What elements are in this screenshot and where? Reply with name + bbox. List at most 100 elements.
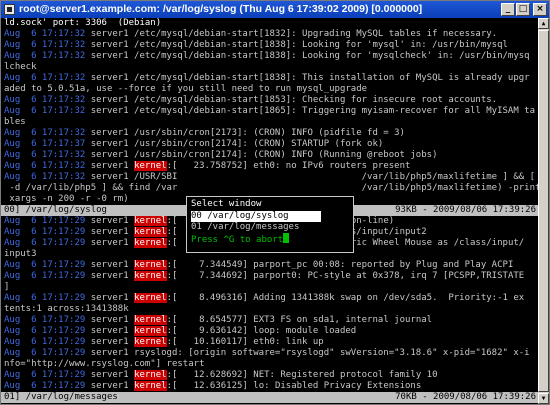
log-text: -d /var/lib/php5 ] && find /var xyxy=(4,183,178,193)
log-timestamp: Aug 6 17:17:29 xyxy=(4,293,86,303)
log-timestamp: Aug 6 17:17:29 xyxy=(4,216,86,226)
log-timestamp: Aug 6 17:17:29 xyxy=(4,227,86,237)
log-text: server1 xyxy=(85,260,135,270)
log-timestamp: Aug 6 17:17:29 xyxy=(4,348,86,358)
log-text: :[ xyxy=(166,227,178,237)
kernel-tag: kernel xyxy=(134,326,167,336)
status-window-name: 01] /var/log/messages xyxy=(4,392,118,402)
log-line: ld.sock' port: 3306 (Debian) xyxy=(4,18,161,29)
log-timestamp: Aug 6 17:17:29 xyxy=(4,326,86,336)
log-timestamp: Aug 6 17:17:29 xyxy=(4,260,86,270)
log-timestamp: Aug 6 17:17:29 xyxy=(4,238,86,248)
scrollbar-thumb[interactable] xyxy=(538,30,549,392)
log-timestamp: Aug 6 17:17:32 xyxy=(4,51,86,61)
log-line: Aug 6 17:17:29 server1 rsyslogd: [origin… xyxy=(4,348,530,359)
log-text: :[ 12.628692] NET: Registered protocol f… xyxy=(166,370,438,380)
log-timestamp: Aug 6 17:17:32 xyxy=(4,128,86,138)
log-timestamp: Aug 6 17:17:29 xyxy=(4,337,86,347)
log-line: ] xyxy=(4,282,9,293)
log-line: aded to 5.0.51a, use --force if you stil… xyxy=(4,84,367,95)
log-timestamp: Aug 6 17:17:32 xyxy=(4,95,86,105)
maximize-button[interactable]: □ xyxy=(516,3,530,16)
log-line: Aug 6 17:17:32 server1 /etc/mysql/debian… xyxy=(4,40,508,51)
log-line: Aug 6 17:17:32 server1 /etc/mysql/debian… xyxy=(4,51,530,62)
log-timestamp: Aug 6 17:17:32 xyxy=(4,106,86,116)
log-timestamp: Aug 6 17:17:32 xyxy=(4,40,86,50)
log-text: :[ 9.636142] loop: module loaded xyxy=(166,326,357,336)
log-line: Aug 6 17:17:32 server1 /etc/mysql/debian… xyxy=(4,95,497,106)
log-text: aded to 5.0.51a, use --force if you stil… xyxy=(4,84,368,94)
log-line: Aug 6 17:17:32 server1 /USR/SBI /var/lib… xyxy=(4,172,535,183)
log-text: server1 xyxy=(85,238,135,248)
log-text: :[ 7.344549] parport_pc 00:08: reported … xyxy=(166,260,514,270)
log-timestamp: Aug 6 17:17:32 xyxy=(4,73,86,83)
log-timestamp: Aug 6 17:17:37 xyxy=(4,139,86,149)
status-file-info: 70KB - 2009/08/06 17:39:26 xyxy=(395,392,536,402)
kernel-tag: kernel xyxy=(134,271,167,281)
log-text: server1 /etc/mysql/debian-start[1832]: U… xyxy=(85,29,498,39)
log-line: -d /var/lib/php5 ] && find /var /var/lib… xyxy=(4,183,538,194)
log-timestamp: Aug 6 17:17:32 xyxy=(4,150,86,160)
log-line: Aug 6 17:17:37 server1 /usr/sbin/cron[21… xyxy=(4,139,383,150)
log-timestamp: Aug 6 17:17:32 xyxy=(4,29,86,39)
log-line: Aug 6 17:17:32 server1 /usr/sbin/cron[21… xyxy=(4,128,405,139)
title-bar[interactable]: root@server1.example.com: /var/log/syslo… xyxy=(1,1,549,18)
log-line: lcheck xyxy=(4,62,37,73)
log-line: bles xyxy=(4,117,26,128)
abort-hint: Press ^G to abort xyxy=(191,233,290,245)
close-button[interactable]: × xyxy=(533,3,547,16)
kernel-tag: kernel xyxy=(134,227,167,237)
window-option-messages[interactable]: 01 /var/log/messages xyxy=(191,222,299,233)
log-line: xargs -n 200 -r -0 rm) xyxy=(4,194,128,205)
log-text: bles xyxy=(4,117,26,127)
log-line: nfo="http://www.rsyslog.com"] restart xyxy=(4,359,204,370)
log-line: Aug 6 17:17:29 server1 kernel:[ 12.63612… xyxy=(4,381,421,392)
log-timestamp: Aug 6 17:17:29 xyxy=(4,315,86,325)
select-window-dialog[interactable]: Select window 00 /var/log/syslog 01 /var… xyxy=(186,196,354,253)
log-timestamp: Aug 6 17:17:29 xyxy=(4,271,86,281)
log-text: tents:1 across:1341388k xyxy=(4,304,129,314)
kernel-tag: kernel xyxy=(134,337,167,347)
log-text: server1 /usr/sbin/cron[2174]: (CRON) STA… xyxy=(85,139,384,149)
log-text: server1 /etc/mysql/debian-start[1838]: L… xyxy=(85,51,530,61)
dialog-title: Select window xyxy=(191,199,262,209)
log-line: Aug 6 17:17:29 server1 kernel:[ 8.496316… xyxy=(4,293,524,304)
status-file-info: 93KB - 2009/08/06 17:39:26 xyxy=(395,205,536,215)
log-text: server1 /etc/mysql/debian-start[1838]: T… xyxy=(85,73,530,83)
log-timestamp: Aug 6 17:17:29 xyxy=(4,370,86,380)
kernel-tag: kernel xyxy=(134,293,167,303)
kernel-tag: kernel xyxy=(134,216,167,226)
log-line: Aug 6 17:17:29 server1 kernel:[ 7.344549… xyxy=(4,260,513,271)
log-text: :[ xyxy=(166,216,178,226)
log-text: server1 /etc/mysql/debian-start[1865]: T… xyxy=(85,106,536,116)
log-text: :[ 7.344692] parport0: PC-style at 0x378… xyxy=(166,271,525,281)
kernel-tag: kernel xyxy=(134,315,167,325)
log-text: server1 xyxy=(85,161,135,171)
window-title: root@server1.example.com: /var/log/syslo… xyxy=(19,3,423,15)
log-timestamp: Aug 6 17:17:32 xyxy=(4,172,86,182)
terminal-app-icon[interactable] xyxy=(4,4,15,15)
log-text: server1 /USR/SBI xyxy=(85,172,178,182)
log-text: server1 xyxy=(85,227,135,237)
abort-hint-text: Press ^G to abort xyxy=(191,235,284,245)
log-line: Aug 6 17:17:29 server1 kernel:[ 7.344692… xyxy=(4,271,524,282)
log-text: :[ 8.496316] Adding 1341388k swap on /de… xyxy=(166,293,525,303)
log-text: ld.sock' port: 3306 (Debian) xyxy=(4,18,162,28)
log-text: server1 xyxy=(85,381,135,391)
log-line: tents:1 across:1341388k xyxy=(4,304,129,315)
log-line: Aug 6 17:17:29 server1 kernel:[ 9.636142… xyxy=(4,326,356,337)
window-option-syslog[interactable]: 00 /var/log/syslog xyxy=(191,211,321,222)
log-text: server1 /etc/mysql/debian-start[1838]: L… xyxy=(85,40,508,50)
log-text: lcheck xyxy=(4,62,37,72)
text-cursor xyxy=(283,233,290,243)
terminal-area[interactable]: ld.sock' port: 3306 (Debian) Aug 6 17:17:… xyxy=(1,18,538,404)
scroll-up-arrow-icon[interactable]: ▲ xyxy=(538,18,549,29)
log-text: :[ 8.654577] EXT3 FS on sda1, internal j… xyxy=(166,315,433,325)
scroll-down-arrow-icon[interactable]: ▼ xyxy=(538,393,549,404)
log-timestamp: Aug 6 17:17:29 xyxy=(4,381,86,391)
vertical-scrollbar[interactable]: ▲ ▼ xyxy=(538,18,549,404)
minimize-button[interactable]: _ xyxy=(501,3,515,16)
log-text: /var/lib/php5/maxlifetime) -print0 | xyxy=(361,183,538,193)
